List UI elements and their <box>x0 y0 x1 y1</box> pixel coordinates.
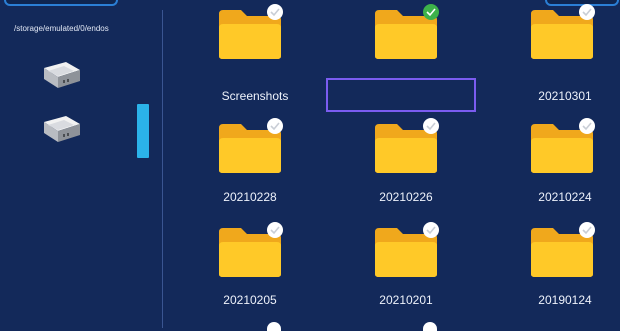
folder-label: 20210301 <box>538 89 592 103</box>
folder-item[interactable]: 20210205 <box>170 218 320 318</box>
folder-label: 20210226 <box>379 190 433 204</box>
folder-label: 20190124 <box>538 293 592 307</box>
folder-grid: Screenshots 20210301 20210228 20210226 2… <box>170 0 620 331</box>
folder-item[interactable]: 20210224 <box>482 112 620 212</box>
top-tab-left[interactable] <box>4 0 118 6</box>
folder-label: 20210205 <box>223 293 277 307</box>
folder-icon <box>217 118 283 174</box>
rename-input-box[interactable] <box>326 78 476 112</box>
folder-icon <box>373 222 439 278</box>
current-path: /storage/emulated/0/endos <box>14 24 109 33</box>
file-browser-window: /storage/emulated/0/endos Screenshots 20… <box>0 0 620 331</box>
folder-item[interactable]: Screenshots <box>170 0 320 103</box>
folder-item[interactable]: 20210226 <box>326 112 476 212</box>
folder-icon <box>373 4 439 60</box>
folder-icon <box>217 4 283 60</box>
folder-label: 20210228 <box>223 190 277 204</box>
check-icon <box>267 322 281 331</box>
folder-item[interactable]: 20210301 <box>482 0 620 103</box>
folder-icon <box>373 118 439 174</box>
folder-label: 20210224 <box>538 190 592 204</box>
folder-item[interactable]: 20210228 <box>170 112 320 212</box>
folder-item[interactable]: 20210201 <box>326 218 476 318</box>
check-icon <box>423 322 437 331</box>
folder-icon <box>529 118 595 174</box>
folder-item[interactable]: 20190124 <box>482 218 620 318</box>
drive-icon[interactable] <box>36 112 84 148</box>
folder-icon <box>217 222 283 278</box>
sidebar-scrollbar-thumb[interactable] <box>137 104 149 158</box>
drive-icon[interactable] <box>36 58 84 94</box>
folder-label: 20210201 <box>379 293 433 307</box>
pane-divider <box>162 10 163 328</box>
folder-icon <box>529 222 595 278</box>
folder-icon <box>529 4 595 60</box>
folder-label: Screenshots <box>221 89 289 103</box>
